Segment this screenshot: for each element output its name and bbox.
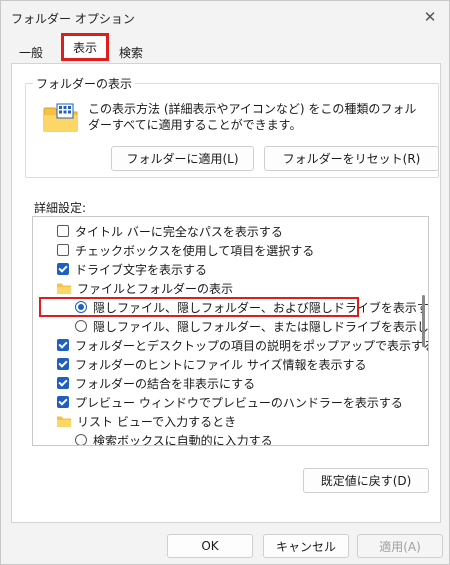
tab-view[interactable]: 表示 xyxy=(61,33,109,61)
cancel-button[interactable]: キャンセル xyxy=(263,534,349,558)
list-item: リスト ビューで入力するとき xyxy=(57,412,236,430)
option-label: チェックボックスを使用して項目を選択する xyxy=(75,243,315,258)
reset-folders-button[interactable]: フォルダーをリセット(R) xyxy=(264,146,439,171)
radio[interactable] xyxy=(75,434,87,445)
tab-general[interactable]: 一般 xyxy=(11,41,51,63)
view-tab-panel: フォルダーの表示 この表示方法 (詳細表示やアイコンなど) をこの種類のフォルダ… xyxy=(11,63,441,523)
apply-to-folders-button[interactable]: フォルダーに適用(L) xyxy=(111,146,254,171)
folder-icon xyxy=(57,283,71,294)
folder-icon xyxy=(57,416,71,427)
checkbox-checked[interactable] xyxy=(57,339,69,351)
option-label: 隠しファイル、隠しフォルダー、および隠しドライブを表示する xyxy=(93,300,429,315)
restore-defaults-button[interactable]: 既定値に戻す(D) xyxy=(303,468,429,493)
tab-search[interactable]: 検索 xyxy=(111,41,151,63)
list-item[interactable]: プレビュー ウィンドウでプレビューのハンドラーを表示する xyxy=(57,393,403,411)
radio[interactable] xyxy=(75,320,87,332)
list-item[interactable]: フォルダーとデスクトップの項目の説明をポップアップで表示する xyxy=(57,336,429,354)
folder-options-dialog: フォルダー オプション ✕ 一般 表示 検索 フォルダーの表示 この表示方法 (… xyxy=(0,0,450,565)
option-label: 隠しファイル、隠しフォルダー、または隠しドライブを表示しない xyxy=(93,319,429,334)
advanced-settings-label: 詳細設定: xyxy=(34,201,87,215)
list-item[interactable]: 隠しファイル、隠しフォルダー、および隠しドライブを表示する xyxy=(75,298,429,316)
scrollbar-thumb[interactable] xyxy=(422,295,425,347)
folder-views-description: この表示方法 (詳細表示やアイコンなど) をこの種類のフォルダーすべてに適用する… xyxy=(88,102,417,132)
option-label: タイトル バーに完全なパスを表示する xyxy=(75,224,283,239)
list-item[interactable]: ドライブ文字を表示する xyxy=(57,260,207,278)
checkbox-checked[interactable] xyxy=(57,377,69,389)
list-item[interactable]: 隠しファイル、隠しフォルダー、または隠しドライブを表示しない xyxy=(75,317,429,335)
option-label: プレビュー ウィンドウでプレビューのハンドラーを表示する xyxy=(75,395,403,410)
radio-selected[interactable] xyxy=(75,301,87,313)
checkbox[interactable] xyxy=(57,225,69,237)
option-label: ドライブ文字を表示する xyxy=(75,262,208,277)
list-item[interactable]: フォルダーのヒントにファイル サイズ情報を表示する xyxy=(57,355,366,373)
ok-button[interactable]: OK xyxy=(167,534,253,558)
option-label: フォルダーの結合を非表示にする xyxy=(75,376,256,391)
apply-button[interactable]: 適用(A) xyxy=(357,534,443,558)
folder-views-label: フォルダーの表示 xyxy=(33,75,136,92)
list-item: ファイルとフォルダーの表示 xyxy=(57,279,233,297)
checkbox[interactable] xyxy=(57,244,69,256)
option-label: 検索ボックスに自動的に入力する xyxy=(93,433,273,446)
title-bar: フォルダー オプション ✕ xyxy=(1,1,449,35)
group-label: リスト ビューで入力するとき xyxy=(77,414,237,429)
advanced-settings-tree[interactable]: タイトル バーに完全なパスを表示する チェックボックスを使用して項目を選択する … xyxy=(32,216,429,446)
group-label: ファイルとフォルダーの表示 xyxy=(77,281,234,296)
list-item[interactable]: タイトル バーに完全なパスを表示する xyxy=(57,222,283,240)
folder-views-group: フォルダーの表示 この表示方法 (詳細表示やアイコンなど) をこの種類のフォルダ… xyxy=(25,75,439,178)
checkbox-checked[interactable] xyxy=(57,396,69,408)
close-icon: ✕ xyxy=(423,8,437,26)
checkbox-checked[interactable] xyxy=(57,358,69,370)
close-button[interactable]: ✕ xyxy=(413,2,447,32)
list-item[interactable]: フォルダーの結合を非表示にする xyxy=(57,374,255,392)
option-label: フォルダーのヒントにファイル サイズ情報を表示する xyxy=(75,357,367,372)
list-item[interactable]: 検索ボックスに自動的に入力する xyxy=(75,431,273,446)
window-title: フォルダー オプション xyxy=(11,12,135,26)
folder-view-icon xyxy=(43,103,78,132)
option-label: フォルダーとデスクトップの項目の説明をポップアップで表示する xyxy=(75,338,429,353)
checkbox-checked[interactable] xyxy=(57,263,69,275)
list-item[interactable]: チェックボックスを使用して項目を選択する xyxy=(57,241,314,259)
